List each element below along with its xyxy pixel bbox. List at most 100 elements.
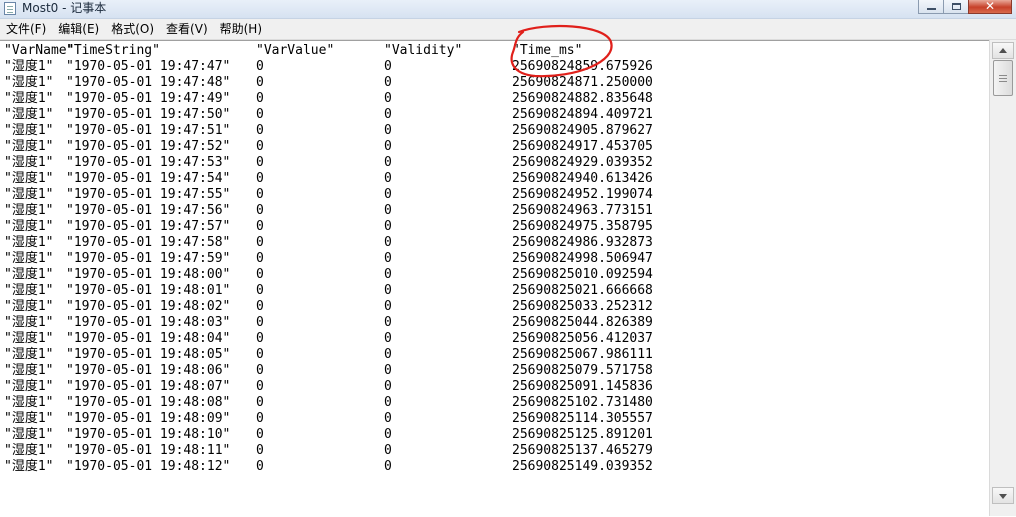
row-validity: 0: [384, 251, 392, 266]
row-varname: "湿度1": [4, 283, 54, 298]
row-time-ms: 25690825044.826389: [512, 315, 653, 330]
text-line: "湿度1" "1970-05-01 19:47:52" 0 0 25690824917.…: [4, 139, 653, 155]
row-varvalue: 0: [256, 443, 264, 458]
row-validity: 0: [384, 123, 392, 138]
row-varvalue: 0: [256, 219, 264, 234]
vertical-scrollbar[interactable]: [989, 40, 1016, 516]
row-time-ms: 25690824859.675926: [512, 59, 653, 74]
row-varname: "湿度1": [4, 123, 54, 138]
close-button[interactable]: ✕: [968, 0, 1012, 14]
row-timestring: "1970-05-01 19:48:03": [66, 315, 231, 330]
row-timestring: "1970-05-01 19:47:53": [66, 155, 231, 170]
row-timestring: "1970-05-01 19:47:47": [66, 59, 231, 74]
row-time-ms: 25690825021.666668: [512, 283, 653, 298]
row-varname: "湿度1": [4, 331, 54, 346]
header-time-ms: "Time_ms": [512, 43, 583, 58]
header-varvalue: "VarValue": [256, 43, 335, 58]
text-line: "湿度1" "1970-05-01 19:47:59" 0 0 25690824998.…: [4, 251, 653, 267]
row-timestring: "1970-05-01 19:47:59": [66, 251, 231, 266]
row-varvalue: 0: [256, 235, 264, 250]
menu-format[interactable]: 格式(O): [105, 19, 160, 39]
scroll-down-arrow-icon[interactable]: [992, 487, 1014, 504]
menu-file[interactable]: 文件(F): [0, 19, 52, 39]
row-varvalue: 0: [256, 427, 264, 442]
header-varname: "VarName": [4, 43, 75, 58]
text-line: "湿度1" "1970-05-01 19:48:07" 0 0 25690825091.…: [4, 379, 653, 395]
text-editor[interactable]: "VarName""TimeString" "VarValue" "Validity…: [0, 40, 989, 517]
text-line: "湿度1" "1970-05-01 19:47:47" 0 0 25690824859.…: [4, 59, 653, 75]
row-varvalue: 0: [256, 347, 264, 362]
maximize-button[interactable]: [943, 0, 969, 14]
row-varname: "湿度1": [4, 203, 54, 218]
text-line: "湿度1" "1970-05-01 19:47:51" 0 0 25690824905.…: [4, 123, 653, 139]
text-line: "湿度1" "1970-05-01 19:47:50" 0 0 25690824894.…: [4, 107, 653, 123]
row-varname: "湿度1": [4, 427, 54, 442]
row-time-ms: 25690824929.039352: [512, 155, 653, 170]
row-validity: 0: [384, 75, 392, 90]
row-varvalue: 0: [256, 59, 264, 74]
minimize-button[interactable]: [918, 0, 944, 14]
row-varname: "湿度1": [4, 59, 54, 74]
row-varvalue: 0: [256, 107, 264, 122]
row-varvalue: 0: [256, 331, 264, 346]
row-timestring: "1970-05-01 19:47:58": [66, 235, 231, 250]
row-validity: 0: [384, 139, 392, 154]
row-varvalue: 0: [256, 187, 264, 202]
row-time-ms: 25690825091.145836: [512, 379, 653, 394]
grip-icon: [999, 75, 1007, 76]
row-varvalue: 0: [256, 155, 264, 170]
scroll-up-arrow-icon[interactable]: [992, 42, 1014, 59]
row-time-ms: 25690824998.506947: [512, 251, 653, 266]
row-time-ms: 25690824917.453705: [512, 139, 653, 154]
row-varname: "湿度1": [4, 107, 54, 122]
row-timestring: "1970-05-01 19:48:04": [66, 331, 231, 346]
row-validity: 0: [384, 219, 392, 234]
row-timestring: "1970-05-01 19:47:55": [66, 187, 231, 202]
text-line: "湿度1" "1970-05-01 19:47:57" 0 0 25690824975.…: [4, 219, 653, 235]
text-line: "湿度1" "1970-05-01 19:48:09" 0 0 25690825114.…: [4, 411, 653, 427]
row-time-ms: 25690825033.252312: [512, 299, 653, 314]
text-line: "湿度1" "1970-05-01 19:48:03" 0 0 25690825044.…: [4, 315, 653, 331]
text-line: "湿度1" "1970-05-01 19:47:56" 0 0 25690824963.…: [4, 203, 653, 219]
menu-view[interactable]: 查看(V): [160, 19, 214, 39]
text-line: "湿度1" "1970-05-01 19:47:48" 0 0 25690824871.…: [4, 75, 653, 91]
row-varname: "湿度1": [4, 171, 54, 186]
row-time-ms: 25690825102.731480: [512, 395, 653, 410]
row-time-ms: 25690824963.773151: [512, 203, 653, 218]
notepad-icon[interactable]: [4, 2, 16, 15]
text-line: "湿度1" "1970-05-01 19:48:00" 0 0 25690825010.…: [4, 267, 653, 283]
row-time-ms: 25690824952.199074: [512, 187, 653, 202]
text-content: "VarName""TimeString" "VarValue" "Validity…: [4, 43, 653, 475]
text-line: "湿度1" "1970-05-01 19:48:02" 0 0 25690825033.…: [4, 299, 653, 315]
text-line: "湿度1" "1970-05-01 19:48:04" 0 0 25690825056.…: [4, 331, 653, 347]
row-varname: "湿度1": [4, 443, 54, 458]
row-varname: "湿度1": [4, 187, 54, 202]
row-time-ms: 25690824882.835648: [512, 91, 653, 106]
text-line: "湿度1" "1970-05-01 19:47:53" 0 0 25690824929.…: [4, 155, 653, 171]
row-varvalue: 0: [256, 363, 264, 378]
row-timestring: "1970-05-01 19:47:48": [66, 75, 231, 90]
row-validity: 0: [384, 459, 392, 474]
row-varvalue: 0: [256, 139, 264, 154]
row-varname: "湿度1": [4, 235, 54, 250]
row-varname: "湿度1": [4, 347, 54, 362]
row-varvalue: 0: [256, 379, 264, 394]
row-time-ms: 25690825125.891201: [512, 427, 653, 442]
menu-bar: 文件(F) 编辑(E) 格式(O) 查看(V) 帮助(H): [0, 19, 1016, 40]
menu-edit[interactable]: 编辑(E): [52, 19, 105, 39]
header-timestring: "TimeString": [66, 43, 160, 58]
row-validity: 0: [384, 107, 392, 122]
row-time-ms: 25690825149.039352: [512, 459, 653, 474]
row-timestring: "1970-05-01 19:48:08": [66, 395, 231, 410]
window-title: Most0 - 记事本: [22, 1, 107, 15]
menu-help[interactable]: 帮助(H): [214, 19, 268, 39]
text-line: "湿度1" "1970-05-01 19:47:49" 0 0 25690824882.…: [4, 91, 653, 107]
row-timestring: "1970-05-01 19:48:12": [66, 459, 231, 474]
text-line: "湿度1" "1970-05-01 19:48:06" 0 0 25690825079.…: [4, 363, 653, 379]
row-varname: "湿度1": [4, 363, 54, 378]
row-varname: "湿度1": [4, 251, 54, 266]
title-bar: Most0 - 记事本 ✕: [0, 0, 1016, 19]
row-validity: 0: [384, 379, 392, 394]
row-timestring: "1970-05-01 19:48:10": [66, 427, 231, 442]
scroll-thumb[interactable]: [993, 60, 1013, 96]
